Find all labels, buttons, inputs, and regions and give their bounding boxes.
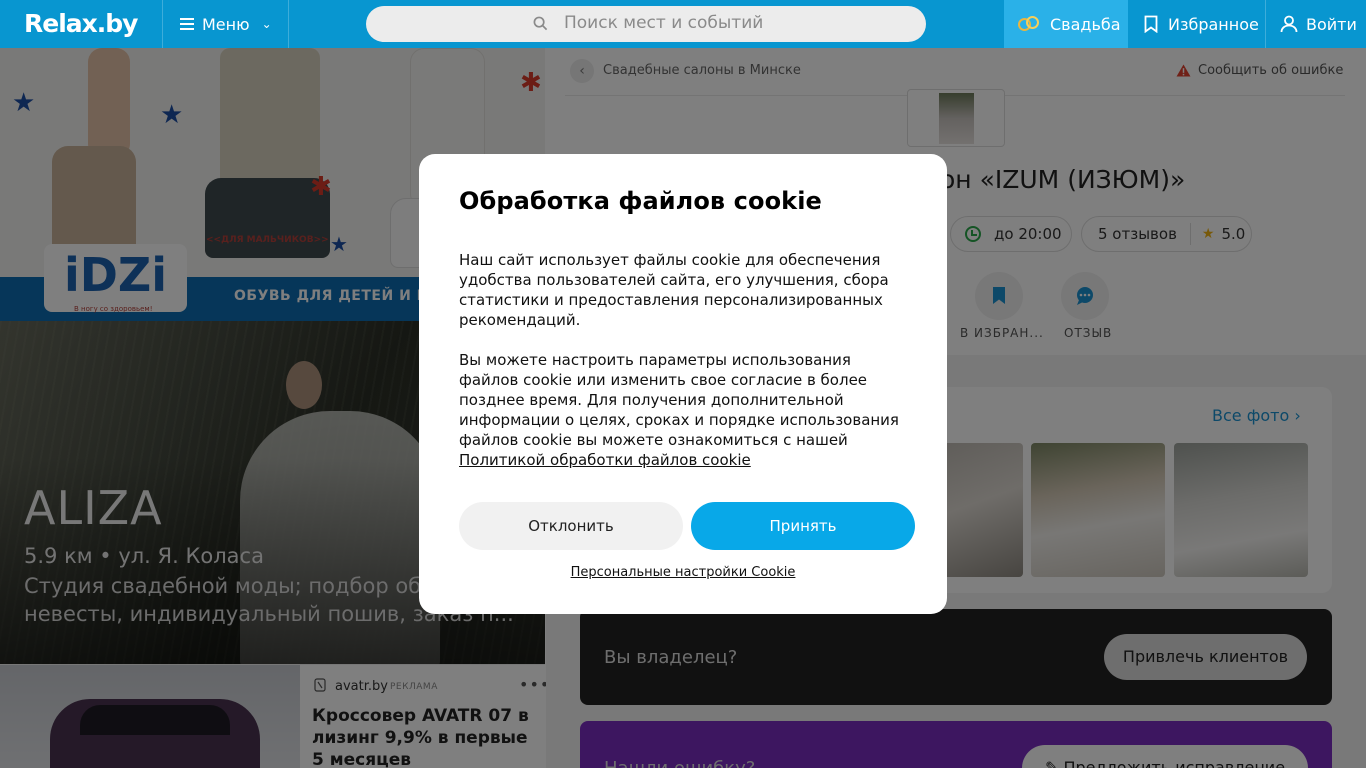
- wedding-label: Свадьба: [1050, 14, 1121, 34]
- login-label: Войти: [1306, 14, 1357, 34]
- site-logo[interactable]: Relax.by: [24, 9, 138, 38]
- favorites-label: Избранное: [1168, 14, 1259, 34]
- dialog-title: Обработка файлов cookie: [459, 187, 822, 215]
- cookie-policy-link[interactable]: Политикой обработки файлов cookie: [459, 451, 751, 469]
- favorites-link[interactable]: Избранное: [1128, 0, 1266, 48]
- search-icon: [533, 16, 548, 31]
- search-input[interactable]: Поиск мест и событий: [366, 6, 926, 42]
- accept-button[interactable]: Принять: [691, 502, 915, 550]
- menu-label: Меню: [202, 14, 250, 34]
- cookie-text-body: Вы можете настроить параметры использова…: [459, 351, 899, 449]
- wedding-rings-icon: [1018, 13, 1040, 35]
- search-placeholder: Поиск мест и событий: [564, 13, 764, 33]
- personal-cookie-settings-link[interactable]: Персональные настройки Cookie: [419, 565, 947, 580]
- top-navigation-bar: Relax.by Меню ⌄ Поиск мест и событий Сва…: [0, 0, 1366, 48]
- login-link[interactable]: Войти: [1266, 0, 1366, 48]
- bookmark-icon: [1144, 15, 1158, 33]
- decline-button[interactable]: Отклонить: [459, 502, 683, 550]
- user-icon: [1280, 15, 1298, 33]
- cookie-consent-dialog: Обработка файлов cookie Наш сайт использ…: [419, 154, 947, 614]
- hamburger-icon: [180, 18, 194, 30]
- menu-button[interactable]: Меню ⌄: [163, 0, 288, 48]
- cookie-text-intro: Наш сайт использует файлы cookie для обе…: [459, 251, 889, 329]
- cookie-text-details: Вы можете настроить параметры использова…: [459, 350, 914, 470]
- divider: [288, 0, 289, 48]
- chevron-down-icon: ⌄: [261, 17, 272, 31]
- wedding-tab[interactable]: Свадьба: [1004, 0, 1128, 48]
